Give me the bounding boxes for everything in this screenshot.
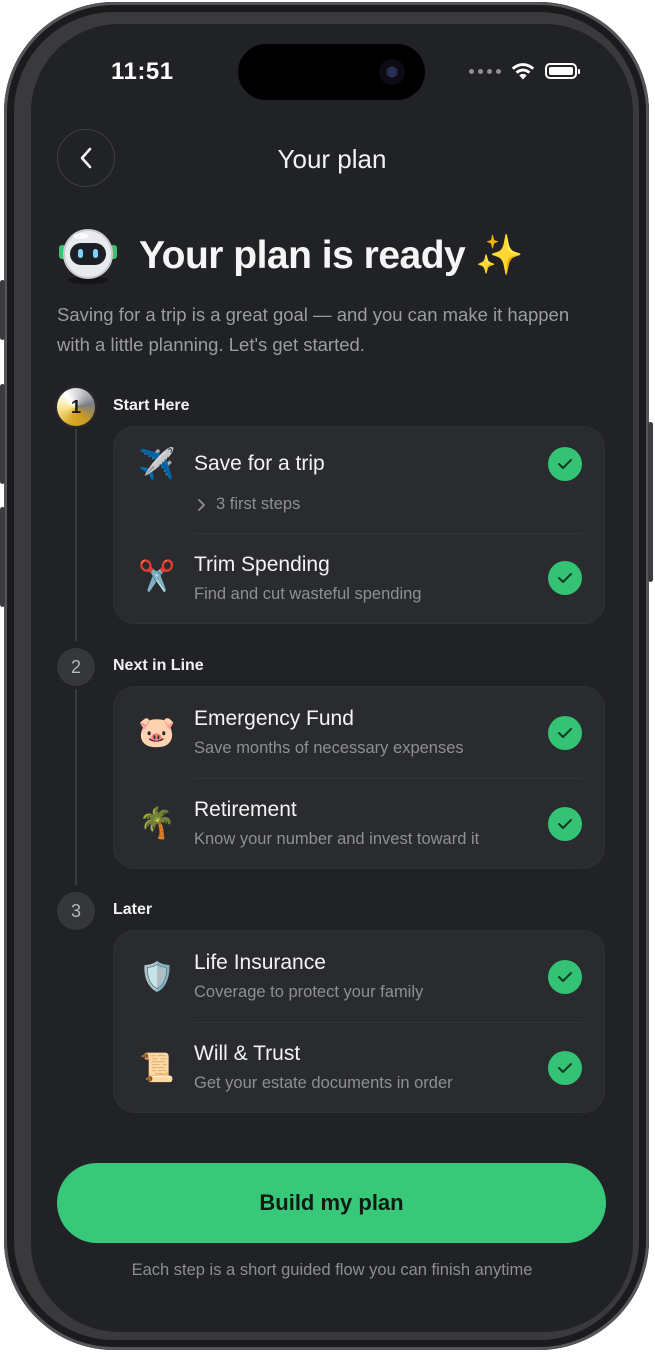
section-label-next-in-line: Next in Line xyxy=(113,657,204,674)
robot-avatar-icon xyxy=(57,224,119,286)
item-title: Life Insurance xyxy=(194,951,326,974)
step-number-2: 2 xyxy=(57,648,95,686)
hero-title: Your plan is ready xyxy=(139,234,466,277)
battery-icon xyxy=(545,63,580,79)
item-subtitle: Save months of necessary expenses xyxy=(194,739,464,757)
signal-icon xyxy=(469,68,501,74)
sparkles-icon: ✨ xyxy=(475,234,524,277)
chevron-right-icon xyxy=(198,498,206,511)
item-subtitle: Coverage to protect your family xyxy=(194,983,424,1001)
page-title: Your plan xyxy=(277,144,387,174)
expand-steps-toggle[interactable]: 3 first steps xyxy=(196,495,300,514)
section-label-later: Later xyxy=(113,901,153,918)
item-title: Trim Spending xyxy=(194,553,330,576)
check-icon xyxy=(548,447,582,481)
hero-header: Your plan is ready ✨ xyxy=(57,224,524,286)
screen: 11:51 Your plan Your plan is ready ✨ Sav… xyxy=(31,24,633,1332)
item-title: Retirement xyxy=(194,798,297,821)
phone-frame: 11:51 Your plan Your plan is ready ✨ Sav… xyxy=(0,2,653,1350)
volume-up-button xyxy=(0,384,5,484)
pig-icon: 🐷 xyxy=(138,715,176,749)
plan-item-save-for-a-trip[interactable]: ✈️ Save for a trip 3 first steps xyxy=(114,427,604,533)
section-card-next-in-line: 🐷 Emergency Fund Save months of necessar… xyxy=(113,686,605,869)
footnote-text: Each step is a short guided flow you can… xyxy=(131,1261,533,1279)
build-my-plan-button[interactable]: Build my plan xyxy=(57,1163,606,1243)
item-subtitle: Know your number and invest toward it xyxy=(194,830,480,848)
action-button xyxy=(0,280,5,340)
volume-down-button xyxy=(0,507,5,607)
plan-item-will-and-trust[interactable]: 📜 Will & Trust Get your estate documents… xyxy=(114,1022,604,1114)
power-button xyxy=(648,422,653,582)
dynamic-island xyxy=(238,44,425,100)
airplane-icon: ✈️ xyxy=(138,447,176,481)
section-card-start-here: ✈️ Save for a trip 3 first steps ✂️ Trim… xyxy=(113,426,605,624)
check-icon xyxy=(548,716,582,750)
check-icon xyxy=(548,561,582,595)
check-icon xyxy=(548,807,582,841)
scissors-icon: ✂️ xyxy=(138,559,176,593)
check-icon xyxy=(548,1051,582,1085)
timeline-line xyxy=(75,689,77,885)
timeline-line xyxy=(75,429,77,641)
plan-item-retirement[interactable]: 🌴 Retirement Know your number and invest… xyxy=(114,778,604,870)
intro-text: Saving for a trip is a great goal — and … xyxy=(57,304,570,355)
scroll-icon: 📜 xyxy=(139,1051,175,1083)
camera-icon xyxy=(379,59,405,85)
wifi-icon xyxy=(511,63,535,80)
plan-item-life-insurance[interactable]: 🛡️ Life Insurance Coverage to protect yo… xyxy=(114,931,604,1022)
step-number-1: 1 xyxy=(57,388,95,426)
item-subtitle: 3 first steps xyxy=(216,495,301,513)
item-title: Will & Trust xyxy=(194,1042,301,1065)
item-title: Emergency Fund xyxy=(194,707,354,730)
item-subtitle: Get your estate documents in order xyxy=(194,1074,453,1092)
shield-icon: 🛡️ xyxy=(139,960,175,992)
item-subtitle: Find and cut wasteful spending xyxy=(194,585,422,603)
section-label-start-here: Start Here xyxy=(113,397,190,414)
plan-item-emergency-fund[interactable]: 🐷 Emergency Fund Save months of necessar… xyxy=(114,687,604,778)
section-card-later: 🛡️ Life Insurance Coverage to protect yo… xyxy=(113,930,605,1113)
status-icons xyxy=(469,62,580,80)
check-icon xyxy=(548,960,582,994)
step-number-3: 3 xyxy=(57,892,95,930)
status-time: 11:51 xyxy=(111,58,174,85)
palm-tree-icon: 🌴 xyxy=(138,806,176,840)
plan-item-trim-spending[interactable]: ✂️ Trim Spending Find and cut wasteful s… xyxy=(114,533,604,625)
item-title: Save for a trip xyxy=(194,452,325,475)
